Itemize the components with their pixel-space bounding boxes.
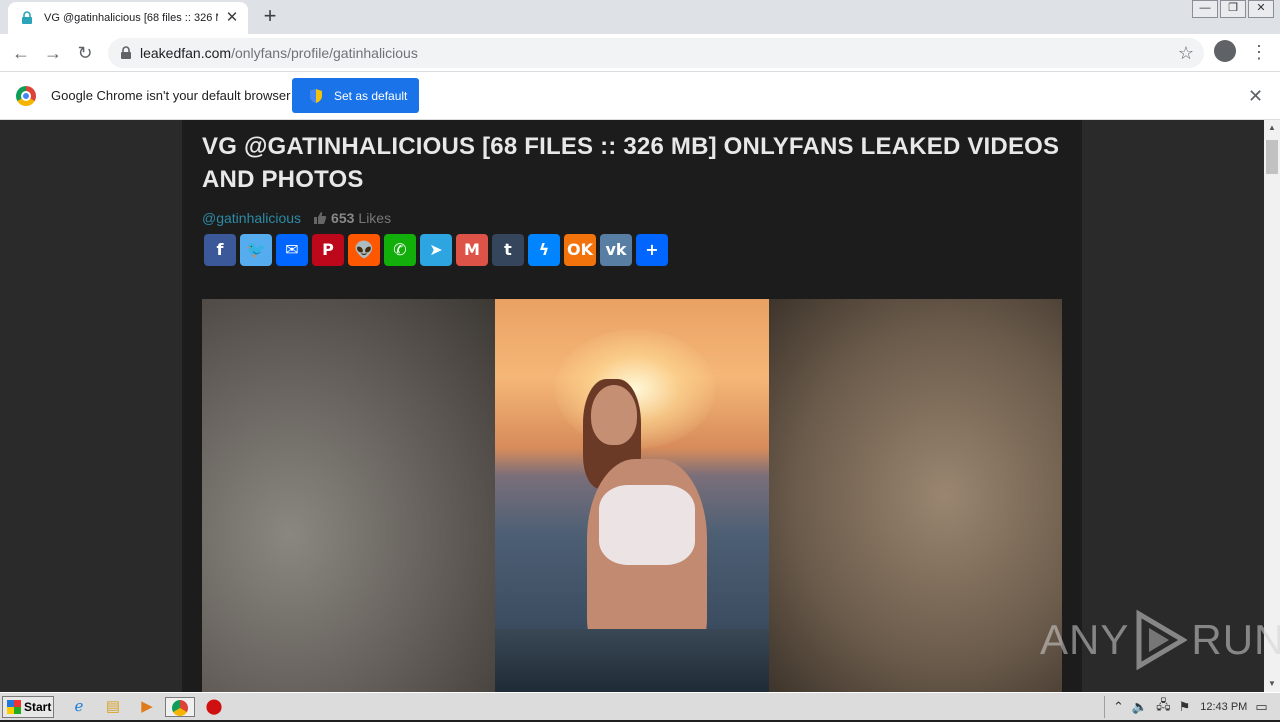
- tray-expand-icon[interactable]: ⌃: [1113, 699, 1124, 715]
- thumbs-up-icon[interactable]: [313, 211, 327, 225]
- page-scrollbar[interactable]: ▲ ▼: [1264, 120, 1280, 692]
- featured-photo: [495, 299, 769, 692]
- email-share-button[interactable]: ✉: [276, 234, 308, 266]
- likes-label: Likes: [358, 210, 392, 226]
- pinterest-share-button[interactable]: P: [312, 234, 344, 266]
- chrome-logo-icon: [16, 86, 36, 106]
- file-explorer-icon[interactable]: ▤: [102, 697, 124, 717]
- lock-icon: [22, 11, 32, 24]
- url-path: /onlyfans/profile/gatinhalicious: [231, 45, 418, 61]
- odnoklassniki-share-button[interactable]: OK: [564, 234, 596, 266]
- media-player-icon[interactable]: ▶: [136, 697, 158, 717]
- media-blur-left: [202, 299, 495, 692]
- default-browser-infobar: Google Chrome isn't your default browser…: [0, 72, 1280, 120]
- whatsapp-share-button[interactable]: ✆: [384, 234, 416, 266]
- address-bar[interactable]: leakedfan.com/onlyfans/profile/gatinhali…: [108, 38, 1204, 68]
- media-blur-right: [769, 299, 1062, 692]
- back-button[interactable]: ←: [8, 40, 34, 66]
- page-viewport: VG @GATINHALICIOUS [68 FILES :: 326 MB] …: [0, 120, 1264, 692]
- featured-media[interactable]: [202, 299, 1062, 692]
- reload-button[interactable]: ↻: [72, 40, 98, 66]
- volume-icon[interactable]: 🔈: [1132, 699, 1148, 715]
- set-as-default-label: Set as default: [334, 88, 408, 103]
- post-title: VG @GATINHALICIOUS [68 FILES :: 326 MB] …: [202, 133, 1060, 193]
- forward-button[interactable]: →: [40, 40, 66, 66]
- browser-toolbar: ← → ↻ leakedfan.com/onlyfans/profile/gat…: [0, 34, 1280, 72]
- restore-button[interactable]: ❐: [1220, 0, 1246, 18]
- infobar-close-icon[interactable]: ✕: [1248, 86, 1263, 107]
- tumblr-share-button[interactable]: t: [492, 234, 524, 266]
- facebook-share-button[interactable]: f: [204, 234, 236, 266]
- shield-icon: [310, 88, 322, 103]
- bookmark-star-icon[interactable]: ☆: [1178, 43, 1194, 64]
- window-controls: — ❐ ✕: [1190, 0, 1274, 18]
- twitter-share-button[interactable]: 🐦: [240, 234, 272, 266]
- windows-taskbar: Start ℯ ▤ ▶ ⬤ ⌃ 🔈 🖧 ⚑ 12:43 PM ▭: [0, 692, 1280, 720]
- windows-flag-icon: [7, 700, 21, 714]
- lock-icon: [121, 46, 131, 59]
- tab-close-icon[interactable]: ✕: [224, 10, 240, 26]
- set-as-default-button[interactable]: Set as default: [292, 78, 419, 113]
- new-tab-button[interactable]: +: [258, 4, 282, 28]
- water: [495, 629, 769, 692]
- reddit-share-button[interactable]: 👽: [348, 234, 380, 266]
- post-content: VG @GATINHALICIOUS [68 FILES :: 326 MB] …: [182, 120, 1082, 692]
- anyrun-watermark: ANY RUN: [1040, 610, 1280, 670]
- infobar-message: Google Chrome isn't your default browser: [51, 88, 291, 103]
- show-desktop-icon[interactable]: ▭: [1255, 699, 1267, 715]
- profile-avatar-icon[interactable]: [1214, 40, 1236, 62]
- play-logo-icon: [1136, 610, 1188, 670]
- scroll-up-arrow-icon[interactable]: ▲: [1264, 120, 1280, 136]
- url-host: leakedfan.com: [140, 45, 232, 61]
- system-tray: ⌃ 🔈 🖧 ⚑ 12:43 PM ▭: [1104, 696, 1280, 718]
- vk-share-button[interactable]: vk: [600, 234, 632, 266]
- close-window-button[interactable]: ✕: [1248, 0, 1274, 18]
- likes-count: 653: [331, 210, 355, 226]
- tab-strip: VG @gatinhalicious [68 files :: 326 MB] …: [0, 0, 1280, 34]
- gmail-share-button[interactable]: M: [456, 234, 488, 266]
- network-icon[interactable]: 🖧: [1156, 696, 1171, 718]
- start-label: Start: [24, 700, 52, 714]
- figure-top: [599, 485, 695, 565]
- chrome-taskbar-icon[interactable]: [165, 697, 195, 717]
- start-button[interactable]: Start: [2, 696, 54, 718]
- post-meta: @gatinhalicious 653 Likes: [202, 210, 391, 226]
- watermark-right-text: RUN: [1191, 616, 1280, 663]
- scroll-thumb[interactable]: [1266, 140, 1278, 174]
- scroll-down-arrow-icon[interactable]: ▼: [1264, 676, 1280, 692]
- browser-tab[interactable]: VG @gatinhalicious [68 files :: 326 MB] …: [8, 2, 248, 34]
- messenger-share-button[interactable]: ϟ: [528, 234, 560, 266]
- watermark-left-text: ANY: [1040, 616, 1130, 663]
- opera-icon[interactable]: ⬤: [203, 697, 225, 717]
- share-buttons: f 🐦 ✉ P 👽 ✆ ➤ Mt ϟ OK vk +: [204, 234, 672, 266]
- internet-explorer-icon[interactable]: ℯ: [68, 697, 90, 717]
- figure-head: [591, 385, 637, 445]
- tab-title: VG @gatinhalicious [68 files :: 326 MB] …: [44, 12, 218, 24]
- action-center-flag-icon[interactable]: ⚑: [1179, 699, 1191, 715]
- clock[interactable]: 12:43 PM: [1200, 701, 1247, 713]
- telegram-share-button[interactable]: ➤: [420, 234, 452, 266]
- minimize-button[interactable]: —: [1192, 0, 1218, 18]
- profile-handle-link[interactable]: @gatinhalicious: [202, 210, 301, 226]
- share-share-button[interactable]: +: [636, 234, 668, 266]
- menu-kebab-icon[interactable]: ⋮: [1250, 40, 1268, 64]
